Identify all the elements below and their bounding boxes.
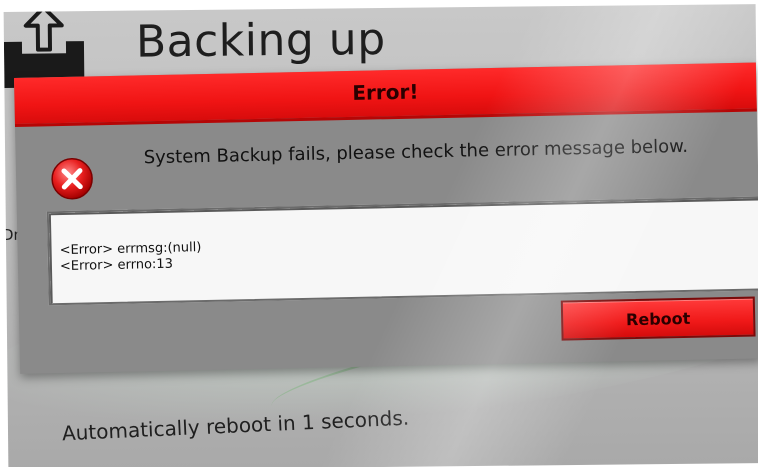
log-line: <Error> errmsg:(null)	[59, 240, 202, 259]
error-icon	[51, 158, 93, 200]
page-title: Backing up	[135, 13, 386, 68]
dialog-title: Error!	[352, 79, 419, 105]
error-dialog: Error! System Backup fails, please check…	[14, 62, 758, 374]
photo-frame: Backing up Dne Automatically reboot in 1…	[0, 0, 758, 467]
reboot-button[interactable]: Reboot	[560, 296, 756, 341]
error-log-box[interactable]: <Error> errmsg:(null) <Error> errno:13	[46, 196, 758, 306]
log-line: <Error> errno:13	[59, 256, 174, 275]
error-log-lines: <Error> errmsg:(null) <Error> errno:13	[49, 240, 201, 275]
error-message: System Backup fails, please check the er…	[143, 135, 689, 169]
